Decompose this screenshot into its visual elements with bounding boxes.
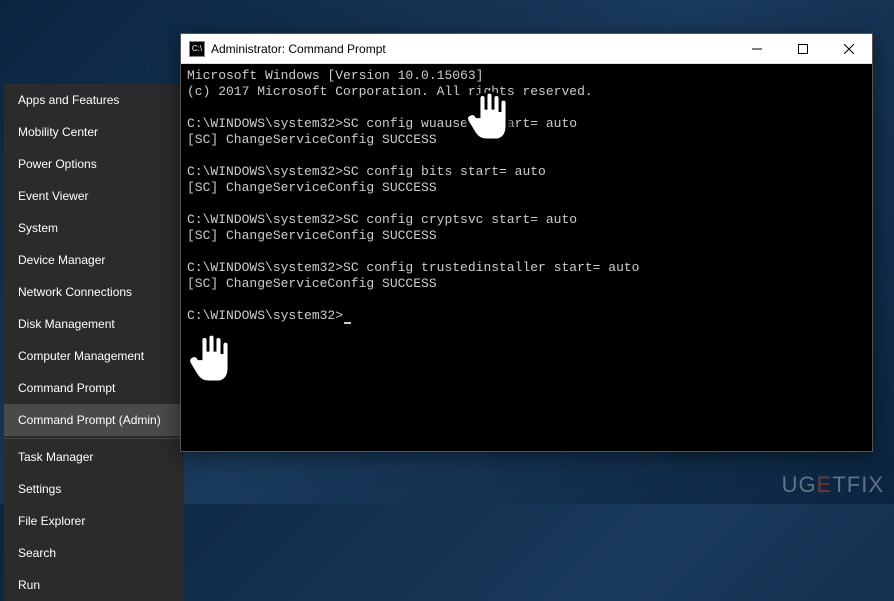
cmd-titlebar[interactable]: C:\ Administrator: Command Prompt: [181, 34, 872, 64]
winx-item-settings[interactable]: Settings: [4, 473, 184, 505]
winx-menu: Apps and Features Mobility Center Power …: [4, 84, 184, 601]
winx-item-event-viewer[interactable]: Event Viewer: [4, 180, 184, 212]
winx-item-run[interactable]: Run: [4, 569, 184, 601]
winx-item-file-explorer[interactable]: File Explorer: [4, 505, 184, 537]
winx-item-system[interactable]: System: [4, 212, 184, 244]
winx-item-disk-management[interactable]: Disk Management: [4, 308, 184, 340]
cmd-icon: C:\: [189, 41, 205, 57]
close-button[interactable]: [826, 34, 872, 64]
winx-item-apps-features[interactable]: Apps and Features: [4, 84, 184, 116]
winx-item-command-prompt[interactable]: Command Prompt: [4, 372, 184, 404]
winx-item-computer-management[interactable]: Computer Management: [4, 340, 184, 372]
winx-item-power-options[interactable]: Power Options: [4, 148, 184, 180]
winx-item-network-connections[interactable]: Network Connections: [4, 276, 184, 308]
winx-item-command-prompt-admin[interactable]: Command Prompt (Admin): [4, 404, 184, 436]
minimize-button[interactable]: [734, 34, 780, 64]
text-cursor: [344, 322, 351, 324]
watermark: UGETFIX: [782, 472, 884, 498]
winx-separator: [4, 438, 184, 439]
winx-item-mobility-center[interactable]: Mobility Center: [4, 116, 184, 148]
command-prompt-window: C:\ Administrator: Command Prompt Micros…: [180, 33, 873, 452]
winx-item-device-manager[interactable]: Device Manager: [4, 244, 184, 276]
window-controls: [734, 34, 872, 64]
winx-item-search[interactable]: Search: [4, 537, 184, 569]
cmd-output[interactable]: Microsoft Windows [Version 10.0.15063] (…: [181, 64, 872, 328]
maximize-button[interactable]: [780, 34, 826, 64]
winx-item-task-manager[interactable]: Task Manager: [4, 441, 184, 473]
cmd-title: Administrator: Command Prompt: [211, 42, 734, 56]
